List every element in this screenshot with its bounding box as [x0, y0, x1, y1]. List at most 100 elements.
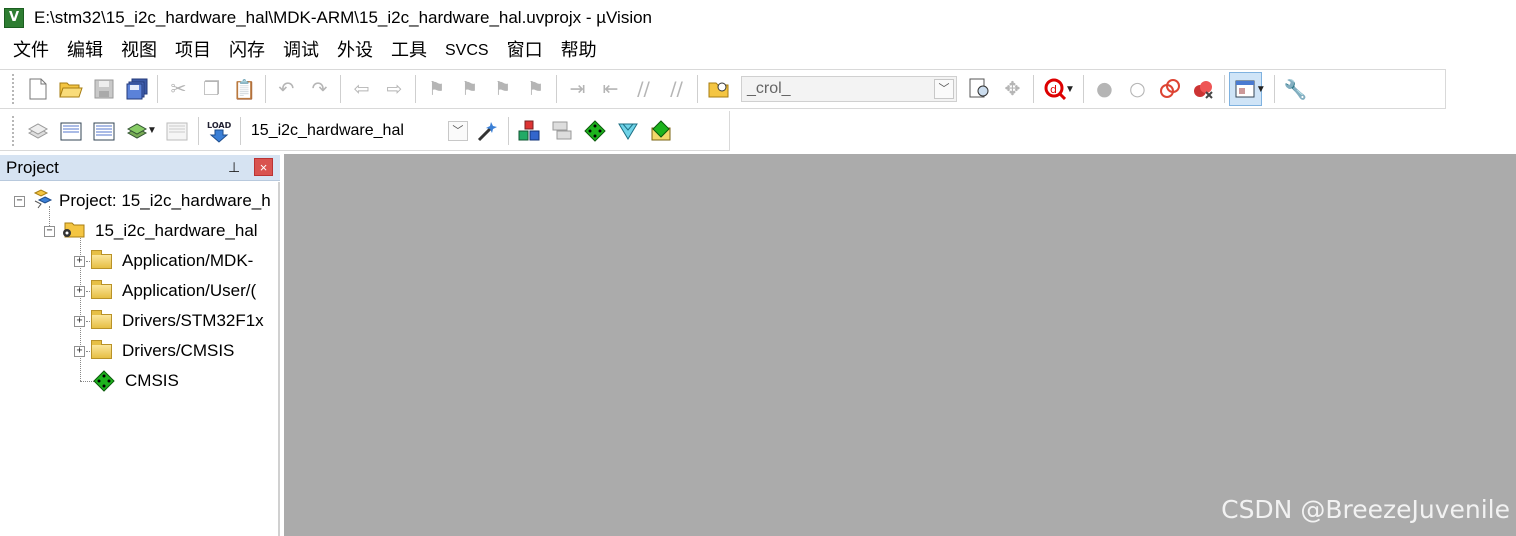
- select-packs-icon[interactable]: [546, 114, 579, 148]
- save-all-icon[interactable]: [120, 72, 153, 106]
- redo-icon[interactable]: ↷: [303, 72, 336, 106]
- tree-item-group[interactable]: + Drivers/STM32F1x: [74, 306, 264, 336]
- tree-connector: [80, 381, 94, 382]
- toolbar-separator: [1223, 75, 1225, 103]
- tree-item-target[interactable]: − 15_i2c_hardware_hal: [44, 216, 258, 246]
- incremental-find-icon[interactable]: ✥: [996, 72, 1029, 106]
- chevron-down-icon[interactable]: ﹀: [447, 120, 468, 141]
- tree-item-label: Application/User/(: [122, 281, 257, 300]
- toolbar-separator: [1082, 75, 1084, 103]
- kill-all-breakpoints-icon[interactable]: [1187, 72, 1220, 106]
- copy-icon[interactable]: ❐: [195, 72, 228, 106]
- tree-item-label: Application/MDK-: [122, 251, 254, 270]
- toolbar-separator: [265, 75, 266, 103]
- menu-peripherals[interactable]: 外设: [328, 37, 382, 65]
- navigate-forward-icon[interactable]: ⇨: [378, 72, 411, 106]
- toolbar-grip[interactable]: [12, 74, 17, 104]
- menu-bar: 文件 编辑 视图 项目 闪存 调试 外设 工具 SVCS 窗口 帮助: [0, 35, 1516, 67]
- rebuild-icon[interactable]: [87, 114, 120, 148]
- bookmark-previous-icon[interactable]: ⚑: [453, 72, 486, 106]
- chevron-down-icon[interactable]: ﹀: [934, 79, 954, 99]
- bookmark-insert-icon[interactable]: ⚑: [420, 72, 453, 106]
- project-tree: − Project: 15_i2c_hardware_h − 15_i2c_ha…: [0, 182, 280, 536]
- manage-run-time-environment-icon[interactable]: [579, 114, 612, 148]
- menu-edit[interactable]: 编辑: [58, 37, 112, 65]
- uvision-app-icon: V: [4, 7, 24, 28]
- toolbar-separator: [556, 75, 557, 103]
- chevron-down-icon[interactable]: ▼: [1065, 84, 1075, 95]
- toolbar-separator: [697, 75, 698, 103]
- menu-debug[interactable]: 调试: [274, 37, 328, 65]
- tree-item-group[interactable]: + Drivers/CMSIS: [74, 336, 234, 366]
- bookmark-clear-icon[interactable]: ⚑: [519, 72, 552, 106]
- tree-item-label: Drivers/CMSIS: [122, 341, 235, 360]
- menu-flash[interactable]: 闪存: [220, 37, 274, 65]
- tree-item-group[interactable]: + Application/User/(: [74, 276, 256, 306]
- find-combo-value: _crol_: [747, 80, 791, 97]
- menu-file[interactable]: 文件: [4, 37, 58, 65]
- menu-tools[interactable]: 工具: [382, 37, 436, 65]
- collapse-icon[interactable]: −: [14, 195, 25, 207]
- menu-svcs[interactable]: SVCS: [436, 37, 498, 65]
- folder-icon: [91, 339, 112, 359]
- pack-installer-icon[interactable]: [645, 114, 678, 148]
- watermark: CSDN @BreezeJuvenile: [1221, 495, 1510, 524]
- tree-item-group[interactable]: + Application/MDK-: [74, 246, 253, 276]
- tree-item-label: 15_i2c_hardware_hal: [95, 221, 258, 240]
- cut-icon[interactable]: ✂: [162, 72, 195, 106]
- toolbar-separator: [197, 116, 199, 145]
- toolbar-separator: [239, 116, 241, 145]
- folder-icon: [91, 279, 112, 299]
- save-icon[interactable]: [87, 72, 120, 106]
- target-options-icon[interactable]: [471, 114, 504, 148]
- toolbar-separator: [507, 116, 509, 145]
- pin-icon[interactable]: ⊥: [228, 159, 240, 176]
- expand-icon[interactable]: +: [74, 345, 85, 357]
- folder-icon: [91, 309, 112, 329]
- download-icon[interactable]: LOAD: [203, 114, 236, 148]
- navigate-back-icon[interactable]: ⇦: [345, 72, 378, 106]
- configure-icon[interactable]: 🔧: [1279, 72, 1312, 106]
- select-software-packs-icon[interactable]: [612, 114, 645, 148]
- collapse-icon[interactable]: −: [44, 225, 55, 237]
- close-icon[interactable]: ×: [254, 158, 273, 176]
- manage-project-items-icon[interactable]: [513, 114, 546, 148]
- find-icon[interactable]: [963, 72, 996, 106]
- bookmark-next-icon[interactable]: ⚑: [486, 72, 519, 106]
- expand-icon[interactable]: +: [74, 285, 85, 297]
- build-icon[interactable]: [54, 114, 87, 148]
- indent-icon[interactable]: ⇥: [561, 72, 594, 106]
- comment-icon[interactable]: //: [627, 72, 660, 106]
- open-file-icon[interactable]: [54, 72, 87, 106]
- expand-icon[interactable]: +: [74, 315, 85, 327]
- tree-item-project[interactable]: − Project: 15_i2c_hardware_h: [14, 186, 271, 216]
- editor-area[interactable]: CSDN @BreezeJuvenile: [284, 154, 1516, 536]
- translate-icon[interactable]: [21, 114, 54, 148]
- toolbar-separator: [340, 75, 341, 103]
- title-bar: V E:\stm32\15_i2c_hardware_hal\MDK-ARM\1…: [0, 0, 1516, 35]
- uncomment-icon[interactable]: //: [660, 72, 693, 106]
- undo-icon[interactable]: ↶: [270, 72, 303, 106]
- paste-icon[interactable]: 📋: [228, 72, 261, 106]
- menu-view[interactable]: 视图: [112, 37, 166, 65]
- find-combo[interactable]: _crol_ ﹀: [741, 76, 957, 102]
- stop-build-icon[interactable]: [161, 114, 194, 148]
- chevron-down-icon[interactable]: ▼: [1256, 84, 1266, 95]
- expand-icon[interactable]: +: [74, 255, 85, 267]
- target-select[interactable]: 15_i2c_hardware_hal ﹀: [244, 117, 471, 144]
- disable-all-breakpoints-icon[interactable]: [1154, 72, 1187, 106]
- menu-window[interactable]: 窗口: [498, 37, 552, 65]
- toolbar-separator: [415, 75, 416, 103]
- enable-breakpoint-icon[interactable]: ○: [1121, 72, 1154, 106]
- menu-project[interactable]: 项目: [166, 37, 220, 65]
- insert-breakpoint-icon[interactable]: ●: [1088, 72, 1121, 106]
- toolbar-grip[interactable]: [12, 115, 17, 146]
- chevron-down-icon[interactable]: ▼: [147, 125, 157, 136]
- new-file-icon[interactable]: [21, 72, 54, 106]
- rte-component-icon: [93, 370, 115, 392]
- menu-help[interactable]: 帮助: [552, 37, 606, 65]
- tree-item-component[interactable]: CMSIS: [93, 366, 179, 396]
- unindent-icon[interactable]: ⇤: [594, 72, 627, 106]
- tree-item-label: CMSIS: [125, 371, 179, 390]
- find-in-files-icon[interactable]: [702, 72, 735, 106]
